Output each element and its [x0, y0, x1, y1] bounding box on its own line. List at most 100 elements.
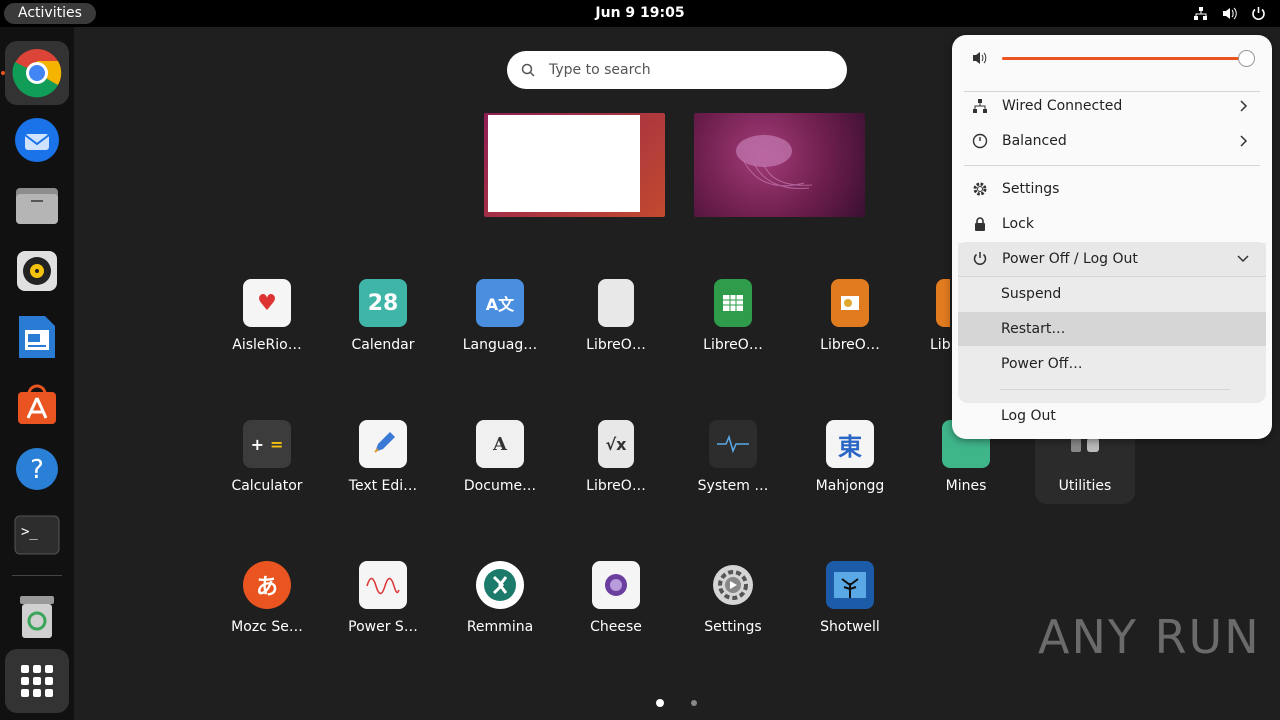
wired-connected-item[interactable]: Wired Connected	[958, 89, 1266, 123]
system-tray[interactable]	[1193, 0, 1266, 27]
text-editor-icon	[359, 420, 407, 468]
app-power-statistics[interactable]: Power S…	[333, 561, 433, 651]
dock-rhythmbox[interactable]	[5, 239, 69, 303]
page-indicator-1[interactable]	[656, 699, 664, 707]
dock-help[interactable]: ?	[5, 437, 69, 501]
rhythmbox-icon	[17, 251, 57, 291]
workspace-thumbnail-2[interactable]	[694, 113, 865, 217]
clock[interactable]: Jun 9 19:05	[0, 0, 1280, 27]
power-section-label: Power Off / Log Out	[1002, 251, 1138, 267]
power-statistics-icon	[359, 561, 407, 609]
page-indicator-2[interactable]	[691, 700, 697, 706]
app-libreoffice-partial[interactable]: Lib	[916, 279, 950, 369]
volume-icon[interactable]	[1222, 6, 1237, 21]
help-icon: ?	[16, 448, 58, 490]
search-icon	[521, 63, 535, 77]
restart-label: Restart…	[1001, 321, 1066, 337]
watermark-logo: ANY RUN	[1038, 610, 1261, 664]
suspend-item[interactable]: Suspend	[958, 277, 1266, 311]
cards-icon: ♥	[243, 279, 291, 327]
power-mode-icon	[972, 133, 988, 149]
show-apps-button[interactable]	[5, 649, 69, 713]
power-off-logout-item[interactable]: Power Off / Log Out	[958, 242, 1266, 276]
dock-writer[interactable]	[5, 305, 69, 369]
power-off-item[interactable]: Power Off…	[958, 347, 1266, 381]
app-libreoffice-calc[interactable]: LibreO…	[683, 279, 783, 369]
app-label: Languag…	[462, 337, 538, 353]
terminal-icon: >_	[14, 515, 60, 555]
volume-slider[interactable]	[1002, 57, 1247, 60]
app-language[interactable]: A文 Languag…	[450, 279, 550, 369]
lock-item[interactable]: Lock	[958, 207, 1266, 241]
chrome-icon	[12, 49, 62, 98]
app-shotwell[interactable]: Shotwell	[800, 561, 900, 651]
dock-trash[interactable]	[5, 585, 69, 649]
app-aislerio[interactable]: ♥ AisleRio…	[217, 279, 317, 369]
math-icon: √x	[598, 420, 634, 468]
volume-row[interactable]	[952, 35, 1272, 81]
dock-terminal[interactable]: >_	[5, 503, 69, 567]
remmina-icon	[476, 561, 524, 609]
app-label: LibreO…	[586, 337, 646, 353]
trash-icon	[20, 596, 54, 638]
app-mozc[interactable]: あ Mozc Se…	[217, 561, 317, 651]
wired-label: Wired Connected	[1002, 98, 1123, 114]
dock-files[interactable]	[5, 173, 69, 237]
workspace-thumbnail-1[interactable]	[484, 113, 665, 217]
mozc-icon: あ	[243, 561, 291, 609]
app-label: Mines	[945, 478, 987, 494]
app-libreoffice[interactable]: LibreO…	[566, 279, 666, 369]
restart-item[interactable]: Restart…	[958, 312, 1266, 346]
jellyfish-wallpaper	[736, 135, 813, 190]
calculator-icon: + =	[243, 420, 291, 468]
svg-text:?: ?	[30, 455, 44, 485]
app-document-viewer[interactable]: A Docume…	[450, 420, 550, 510]
network-icon[interactable]	[1193, 6, 1208, 21]
app-calendar[interactable]: 28 Calendar	[333, 279, 433, 369]
divider	[1000, 389, 1230, 390]
app-text-editor[interactable]: Text Edi…	[333, 420, 433, 510]
app-label: Text Edi…	[348, 478, 418, 494]
dock: ? >_	[0, 27, 74, 720]
app-remmina[interactable]: Remmina	[450, 561, 550, 651]
svg-text:>_: >_	[21, 524, 38, 540]
power-mode-item[interactable]: Balanced	[958, 124, 1266, 158]
app-label: LibreO…	[703, 337, 763, 353]
app-label: Calculator	[231, 478, 303, 494]
chevron-down-icon	[1237, 255, 1249, 263]
grid-icon	[21, 665, 53, 697]
lock-icon	[972, 216, 988, 232]
calendar-day: 28	[367, 290, 399, 316]
app-settings[interactable]: Settings	[683, 561, 783, 651]
app-label: Docume…	[463, 478, 537, 494]
log-out-label: Log Out	[1001, 408, 1056, 424]
suspend-label: Suspend	[1001, 286, 1062, 302]
dock-software[interactable]	[5, 371, 69, 435]
dock-chrome[interactable]	[5, 41, 69, 105]
lock-label: Lock	[1002, 216, 1034, 232]
network-icon	[972, 98, 988, 114]
app-libreoffice-impress[interactable]: LibreO…	[800, 279, 900, 369]
power-icon	[972, 251, 988, 267]
settings-item[interactable]: Settings	[958, 172, 1266, 206]
power-icon[interactable]	[1251, 6, 1266, 21]
search-field[interactable]: Type to search	[507, 51, 847, 89]
mahjongg-glyph: 東	[838, 432, 862, 461]
app-label: LibreO…	[586, 478, 646, 494]
log-out-item[interactable]: Log Out	[958, 399, 1266, 433]
impress-icon	[831, 279, 869, 327]
calc-icon	[714, 279, 752, 327]
window-preview[interactable]	[488, 115, 640, 212]
document-viewer-icon: A	[476, 420, 524, 468]
app-libreoffice-math[interactable]: √x LibreO…	[566, 420, 666, 510]
dock-thunderbird[interactable]	[5, 107, 69, 171]
app-system-monitor[interactable]: System …	[683, 420, 783, 510]
app-cheese[interactable]: Cheese	[566, 561, 666, 651]
app-label: LibreO…	[820, 337, 880, 353]
app-label: Mahjongg	[815, 478, 885, 494]
app-label: Calendar	[351, 337, 415, 353]
app-calculator[interactable]: + = Calculator	[217, 420, 317, 510]
app-mahjongg[interactable]: 東 Mahjongg	[800, 420, 900, 510]
gear-icon	[972, 181, 988, 197]
volume-slider-knob[interactable]	[1238, 50, 1255, 67]
